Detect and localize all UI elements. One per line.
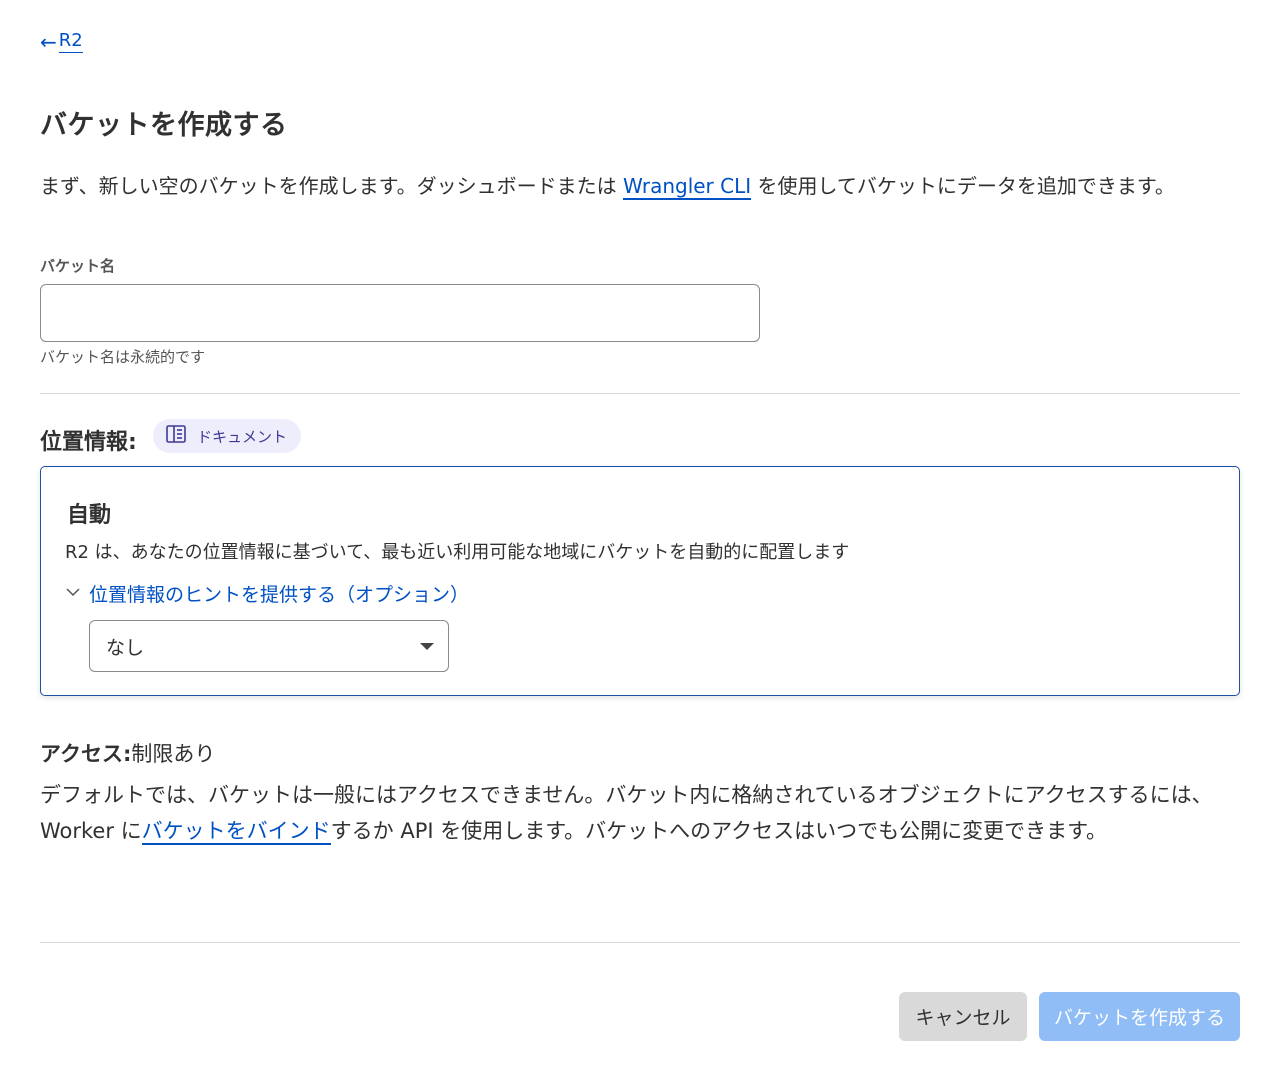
cancel-button[interactable]: キャンセル bbox=[899, 992, 1027, 1041]
location-docs-badge[interactable]: ドキュメント bbox=[153, 419, 302, 453]
bucket-name-label: バケット名 bbox=[40, 257, 116, 275]
location-automatic-card[interactable]: 自動 R2 は、あなたの位置情報に基づいて、最も近い利用可能な地域にバケットを自… bbox=[40, 466, 1240, 696]
location-hint-toggle[interactable]: 位置情報のヒントを提供する（オプション） bbox=[65, 580, 469, 607]
chevron-down-icon bbox=[65, 583, 81, 605]
location-hint-toggle-label: 位置情報のヒントを提供する（オプション） bbox=[89, 584, 470, 606]
location-card-title: 自動 bbox=[67, 503, 112, 528]
location-card-description: R2 は、あなたの位置情報に基づいて、最も近い利用可能な地域にバケットを自動的に… bbox=[65, 542, 850, 563]
docs-badge-label: ドキュメント bbox=[197, 427, 288, 446]
bucket-name-input[interactable] bbox=[40, 284, 760, 342]
intro-text-after: を使用してバケットにデータを追加できます。 bbox=[751, 174, 1175, 198]
access-desc-after: するか API を使用します。バケットへのアクセスはいつでも公開に変更できます。 bbox=[330, 819, 1107, 843]
back-link-label: R2 bbox=[58, 30, 83, 53]
page-title: バケットを作成する bbox=[40, 110, 288, 141]
book-icon bbox=[165, 424, 187, 448]
bucket-name-hint: バケット名は永続的です bbox=[40, 348, 206, 366]
intro-text: まず、新しい空のバケットを作成します。ダッシュボードまたは Wrangler C… bbox=[40, 172, 1240, 200]
wrangler-cli-link[interactable]: Wrangler CLI bbox=[622, 174, 752, 200]
access-title: アクセス:制限あり bbox=[40, 738, 215, 768]
section-divider bbox=[40, 393, 1240, 394]
create-bucket-button[interactable]: バケットを作成する bbox=[1039, 992, 1240, 1041]
access-title-label: アクセス: bbox=[40, 742, 132, 766]
access-title-value: 制限あり bbox=[131, 742, 216, 766]
footer-divider bbox=[40, 942, 1240, 943]
back-link-r2[interactable]: ← R2 bbox=[40, 30, 83, 53]
intro-text-before: まず、新しい空のバケットを作成します。ダッシュボードまたは bbox=[40, 174, 623, 198]
caret-down-icon bbox=[420, 642, 434, 650]
location-hint-select-value: なし bbox=[106, 636, 145, 659]
location-hint-select[interactable]: なし bbox=[89, 620, 449, 672]
access-description: デフォルトでは、バケットは一般にはアクセスできません。バケット内に格納されている… bbox=[40, 777, 1240, 849]
bind-bucket-link[interactable]: バケットをバインド bbox=[141, 819, 331, 845]
location-section-title: 位置情報: bbox=[40, 430, 137, 455]
arrow-left-icon: ← bbox=[40, 29, 57, 54]
create-bucket-page: ← R2 バケットを作成する まず、新しい空のバケットを作成します。ダッシュボー… bbox=[0, 0, 1276, 1080]
